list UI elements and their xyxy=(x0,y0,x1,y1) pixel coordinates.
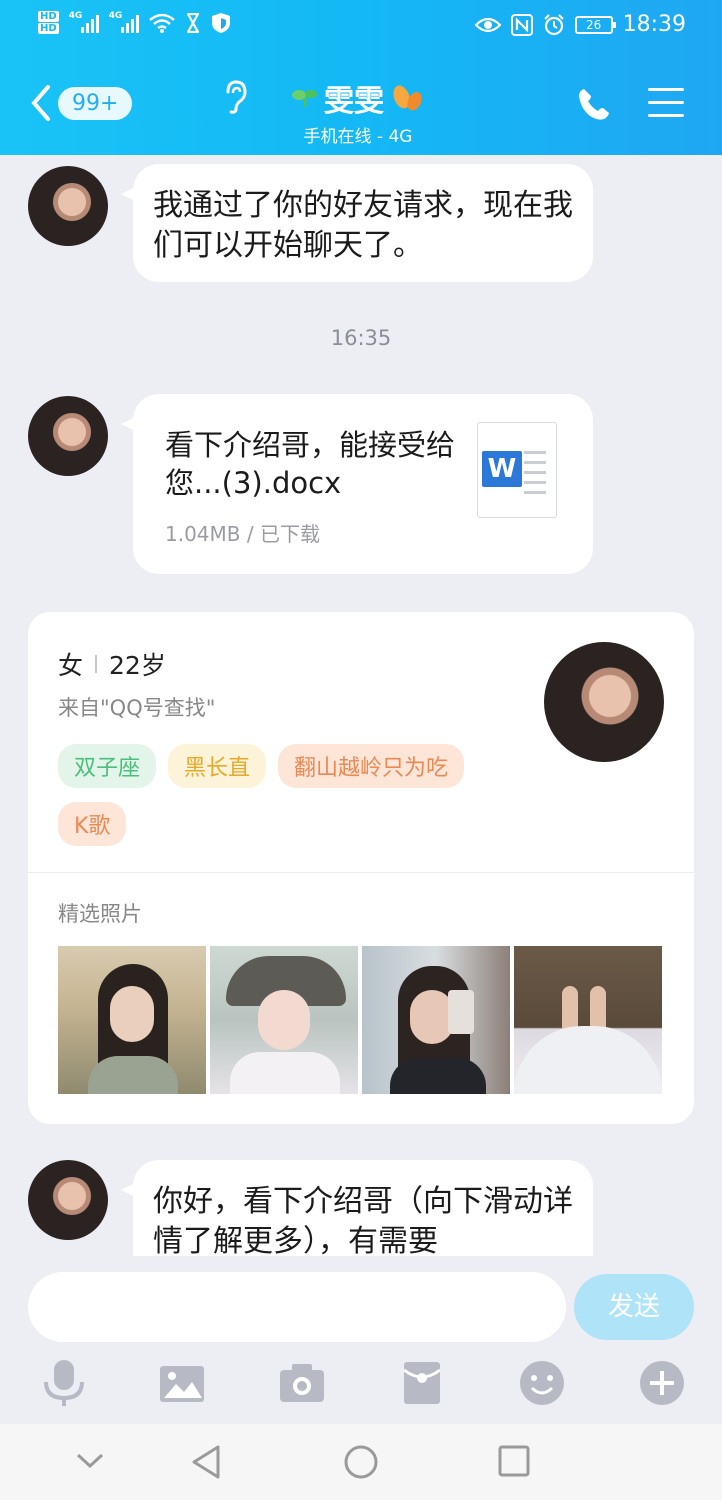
microphone-icon[interactable] xyxy=(40,1358,88,1408)
menu-icon[interactable] xyxy=(648,88,684,127)
profile-age: 22岁 xyxy=(109,651,166,680)
shield-icon xyxy=(211,12,230,33)
avatar[interactable] xyxy=(28,396,108,476)
photo-thumbnail[interactable] xyxy=(58,946,206,1094)
status-time: 18:39 xyxy=(622,12,686,37)
avatar[interactable] xyxy=(28,166,108,246)
photos-label: 精选照片 xyxy=(58,902,142,926)
photo-gallery xyxy=(58,946,662,1094)
composer-toolbar xyxy=(0,1358,722,1414)
message-text: 你好，看下介绍哥（向下滑动详情了解更多），有需要 xyxy=(153,1184,573,1256)
hd-label-2: HD xyxy=(38,23,59,34)
sprout-icon xyxy=(292,90,317,107)
file-meta: 1.04MB / 已下载 xyxy=(165,522,320,546)
word-logo: W xyxy=(482,451,522,487)
nav-recents-icon[interactable] xyxy=(497,1444,531,1478)
profile-gender: 女 xyxy=(58,651,84,680)
message-text: 我通过了你的好友请求，现在我们可以开始聊天了。 xyxy=(153,188,573,263)
photo-thumbnail[interactable] xyxy=(210,946,358,1094)
chat-title[interactable]: 雯雯 手机在线 - 4G xyxy=(268,76,448,147)
back-button[interactable]: 99+ xyxy=(30,84,133,122)
unread-badge: 99+ xyxy=(58,86,133,120)
message-input[interactable] xyxy=(28,1272,566,1342)
avatar[interactable] xyxy=(28,1160,108,1240)
send-button[interactable]: 发送 xyxy=(574,1274,694,1340)
photo-thumbnail[interactable] xyxy=(514,946,662,1094)
status-bar: HD HD 4G 4G 26 18:39 xyxy=(0,0,722,56)
profile-source: 来自"QQ号查找" xyxy=(58,696,216,720)
profile-card[interactable]: 女 22岁 来自"QQ号查找" 双子座 黑长直 翻山越岭只为吃 K歌 精选照片 xyxy=(28,612,694,1124)
online-status: 手机在线 - 4G xyxy=(303,127,413,147)
nav-home-icon[interactable] xyxy=(343,1444,379,1480)
header-bar: HD HD 4G 4G 26 18:39 99+ 雯雯 手机在线 - 4G xyxy=(0,0,722,155)
photo-thumbnail[interactable] xyxy=(362,946,510,1094)
system-nav-bar xyxy=(0,1424,722,1500)
separator xyxy=(95,655,98,673)
hourglass-icon xyxy=(186,12,199,33)
battery-icon: 26 xyxy=(574,15,616,34)
profile-basic-info: 女 22岁 xyxy=(58,646,166,682)
eye-icon xyxy=(474,17,501,32)
profile-avatar[interactable] xyxy=(544,642,664,762)
file-name: 看下介绍哥，能接受给您...(3).docx xyxy=(165,428,456,500)
red-packet-icon[interactable] xyxy=(398,1358,446,1408)
signal-icon-2: 4G xyxy=(108,10,139,33)
network-type-2: 4G xyxy=(108,10,123,21)
nfc-icon xyxy=(510,13,533,36)
hd-label-1: HD xyxy=(38,11,59,22)
image-icon[interactable] xyxy=(158,1358,206,1408)
plus-icon[interactable] xyxy=(638,1358,686,1408)
profile-tag: K歌 xyxy=(58,802,127,846)
message-bubble[interactable]: 你好，看下介绍哥（向下滑动详情了解更多），有需要 xyxy=(121,1160,593,1256)
signal-icon: 4G xyxy=(68,10,99,33)
profile-tag: 翻山越岭只为吃 xyxy=(278,744,465,788)
timestamp: 16:35 xyxy=(330,326,392,350)
divider xyxy=(28,872,694,873)
wifi-icon xyxy=(148,13,175,33)
contact-name: 雯雯 xyxy=(324,84,384,119)
profile-tag: 双子座 xyxy=(58,744,157,788)
network-type-1: 4G xyxy=(68,10,83,21)
word-document-icon: W xyxy=(477,422,557,518)
message-bubble[interactable]: 我通过了你的好友请求，现在我们可以开始聊天了。 xyxy=(121,164,593,282)
chevron-down-icon[interactable] xyxy=(76,1452,104,1470)
leaves-icon xyxy=(393,85,422,111)
file-message-bubble[interactable]: 看下介绍哥，能接受给您...(3).docx 1.04MB / 已下载 W xyxy=(121,394,593,574)
profile-tags: 双子座 黑长直 翻山越岭只为吃 K歌 xyxy=(58,744,528,846)
battery-level: 26 xyxy=(585,17,602,32)
camera-icon[interactable] xyxy=(278,1358,326,1408)
alarm-icon xyxy=(543,13,564,35)
ear-icon[interactable] xyxy=(222,80,248,114)
nav-back-icon[interactable] xyxy=(190,1444,222,1480)
phone-icon[interactable] xyxy=(576,86,612,122)
emoji-icon[interactable] xyxy=(518,1358,566,1408)
hd-indicator: HD HD xyxy=(38,10,59,35)
message-clip: 你好，看下介绍哥（向下滑动详情了解更多），有需要 xyxy=(120,1150,610,1256)
chevron-left-icon xyxy=(31,85,50,121)
profile-tag: 黑长直 xyxy=(168,744,267,788)
